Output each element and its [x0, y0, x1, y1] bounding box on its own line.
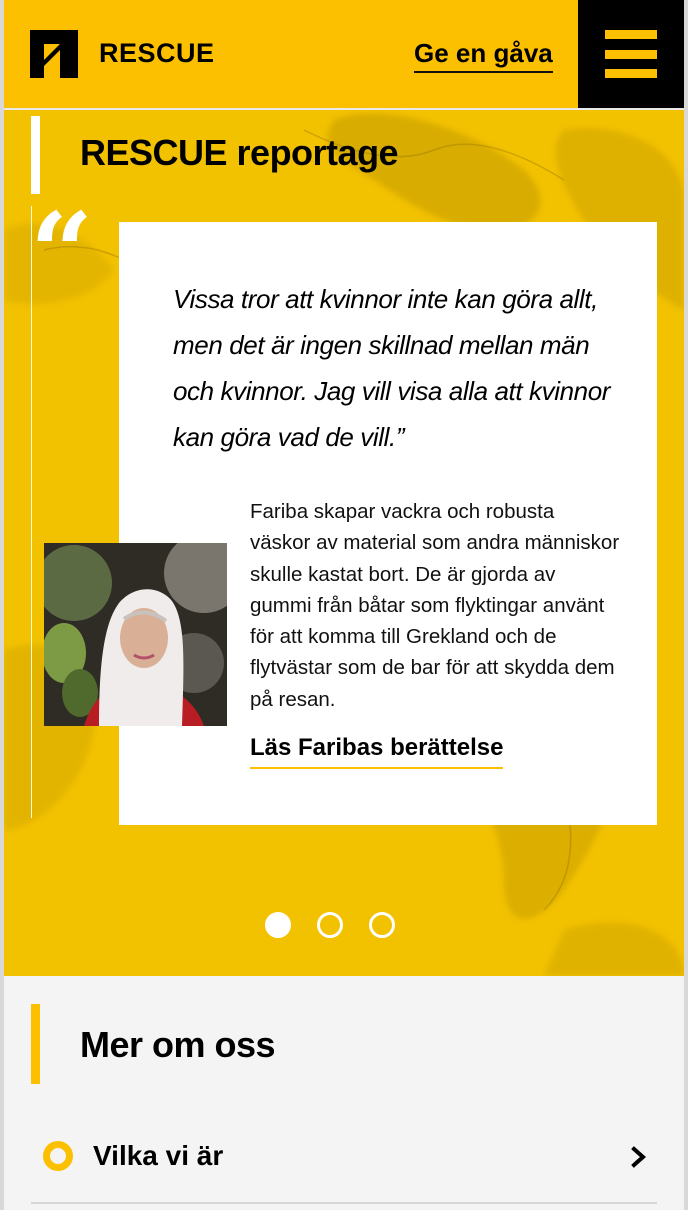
chevron-right-icon	[631, 1146, 647, 1168]
site-header: RESCUE Ge en gåva	[4, 0, 684, 110]
ring-icon	[43, 1141, 73, 1171]
menu-button[interactable]	[578, 0, 684, 108]
more-about-section: Mer om oss Vilka vi är	[4, 976, 684, 1210]
carousel-dot-2[interactable]	[317, 912, 343, 938]
read-story-link[interactable]: Läs Faribas berättelse	[250, 734, 504, 769]
page: RESCUE Ge en gåva RESCUE reportage “ Vis…	[0, 0, 688, 1210]
reportage-carousel: RESCUE reportage “ Vissa tror att kvinno…	[4, 110, 684, 976]
brand-name[interactable]: RESCUE	[99, 38, 215, 69]
carousel-dot-1[interactable]	[265, 912, 291, 938]
menu-icon	[605, 30, 657, 39]
story-quote: Vissa tror att kvinnor inte kan göra all…	[173, 284, 611, 452]
quote-mark-icon: “	[30, 188, 94, 317]
title-accent-bar	[31, 116, 40, 194]
carousel-dot-3[interactable]	[369, 912, 395, 938]
list-item-label: Vilka vi är	[93, 1140, 224, 1171]
story-text: Fariba skapar vackra och robusta väskor …	[250, 500, 620, 711]
more-accent-bar	[31, 1004, 40, 1084]
more-title: Mer om oss	[80, 1024, 276, 1065]
rescue-logo-icon[interactable]	[30, 30, 78, 78]
carousel-pagination	[4, 910, 684, 940]
donate-link[interactable]: Ge en gåva	[414, 38, 553, 73]
section-title: RESCUE reportage	[80, 132, 399, 173]
list-item-who-we-are[interactable]: Vilka vi är	[31, 1116, 657, 1204]
story-card: Vissa tror att kvinnor inte kan göra all…	[119, 222, 657, 825]
portrait-image	[44, 543, 227, 726]
